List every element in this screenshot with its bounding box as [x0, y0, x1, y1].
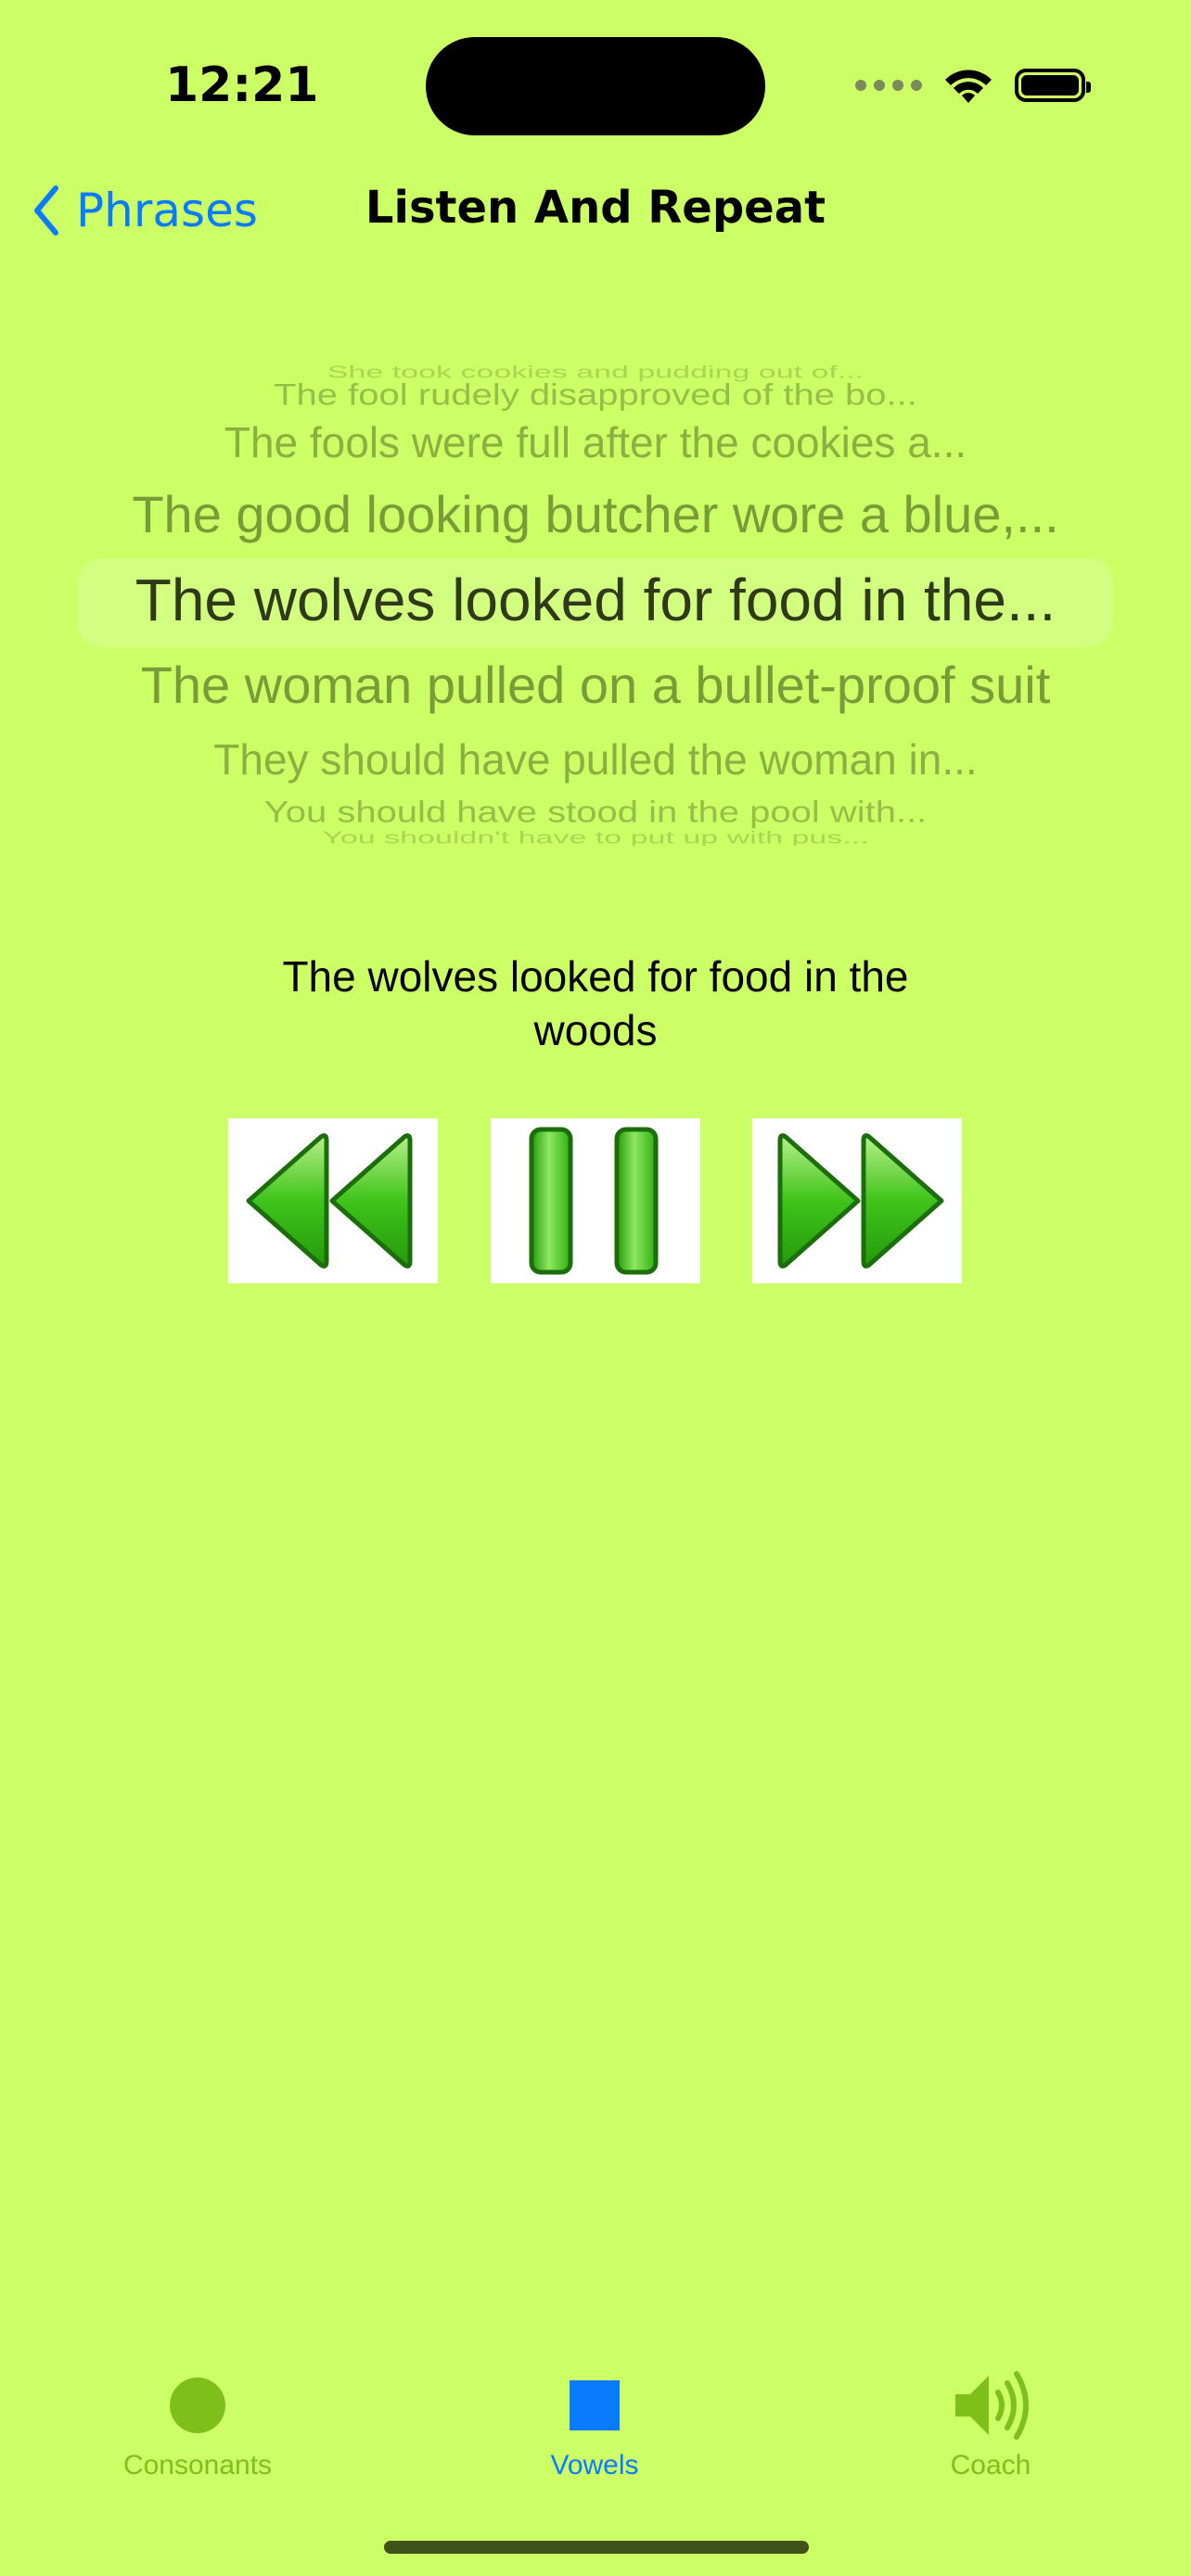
current-phrase-text: The wolves looked for food in the woods — [282, 952, 909, 1054]
picker-row[interactable]: You should have stood in the pool with..… — [78, 797, 1113, 830]
tab-label: Consonants — [122, 2450, 273, 2480]
page-title: Listen And Repeat — [365, 182, 826, 234]
battery-icon — [1015, 69, 1091, 102]
cellular-signal-icon — [855, 80, 922, 91]
tab-coach[interactable]: Coach — [870, 2370, 1111, 2481]
tab-vowels[interactable]: Vowels — [474, 2370, 715, 2481]
dynamic-island — [426, 37, 765, 135]
tab-label: Coach — [950, 2450, 1031, 2480]
wifi-icon — [945, 70, 992, 103]
circle-icon — [170, 2378, 225, 2433]
rewind-icon — [246, 1133, 413, 1269]
fast-forward-icon — [777, 1133, 944, 1269]
picker-row[interactable]: You shouldn't have to put up with pus... — [78, 828, 1113, 846]
pause-button[interactable] — [491, 1118, 700, 1283]
square-icon — [570, 2380, 620, 2430]
next-button[interactable] — [752, 1118, 962, 1283]
speaker-icon — [955, 2371, 1029, 2440]
picker-row[interactable]: The fool rudely disapproved of the bo... — [78, 379, 1113, 413]
status-time: 12:21 — [165, 57, 319, 113]
picker-row[interactable]: The good looking butcher wore a blue,... — [78, 484, 1113, 544]
picker-row[interactable]: They should have pulled the woman in... — [78, 734, 1113, 784]
home-indicator[interactable] — [384, 2541, 809, 2554]
picker-row-selected[interactable]: The wolves looked for food in the... — [78, 566, 1113, 634]
picker-row[interactable]: The woman pulled on a bullet-proof suit — [78, 655, 1113, 715]
tab-consonants[interactable]: Consonants — [77, 2370, 318, 2481]
phrase-picker[interactable]: She took cookies and pudding out of... T… — [78, 354, 1113, 846]
tab-label: Vowels — [550, 2450, 639, 2480]
picker-row[interactable]: The fools were full after the cookies a.… — [78, 417, 1113, 467]
status-icons — [855, 65, 1091, 106]
previous-button[interactable] — [228, 1118, 438, 1283]
pause-icon — [529, 1127, 659, 1275]
